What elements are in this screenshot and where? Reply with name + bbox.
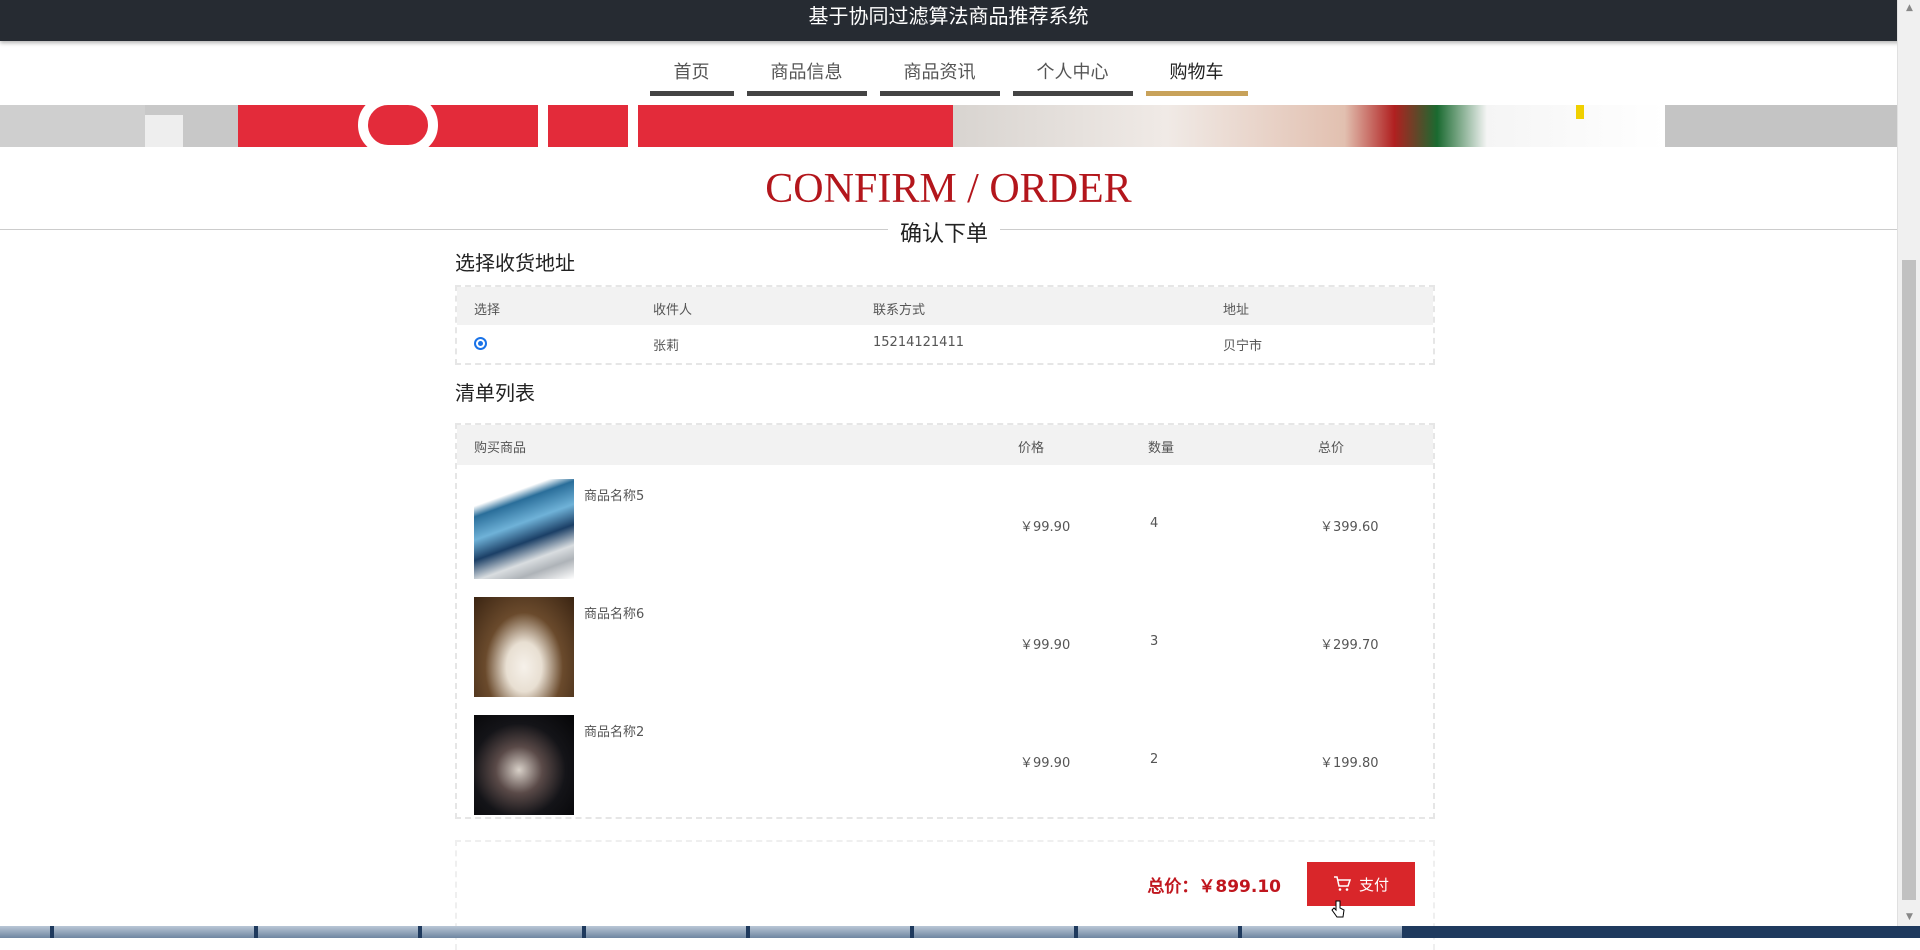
table-row: 商品名称6 ￥99.90 3 ￥299.70 — [457, 597, 1433, 715]
taskbar-item[interactable] — [1242, 926, 1402, 938]
table-row: 商品名称2 ￥99.90 2 ￥199.80 — [457, 715, 1433, 833]
pay-button[interactable]: 支付 — [1307, 862, 1415, 906]
banner-segment-photo — [953, 105, 1665, 147]
product-qty: 2 — [1150, 752, 1159, 767]
product-total: ￥299.70 — [1320, 638, 1379, 653]
main-nav: 首页 商品信息 商品资讯 个人中心 购物车 — [0, 50, 1897, 96]
page-title-en: CONFIRM / ORDER — [765, 166, 1132, 212]
cart-icon — [1333, 876, 1351, 891]
product-price: ￥99.90 — [1020, 756, 1071, 771]
product-price: ￥99.90 — [1020, 520, 1071, 535]
column-header: 地址 — [1223, 303, 1250, 318]
os-taskbar — [0, 926, 1920, 938]
taskbar-item[interactable] — [914, 926, 1074, 938]
product-total: ￥399.60 — [1320, 520, 1379, 535]
page-title-cn: 确认下单 — [888, 216, 1001, 248]
banner-segment-gray-right — [1665, 105, 1897, 147]
address-radio[interactable] — [474, 337, 487, 350]
product-qty: 3 — [1150, 634, 1159, 649]
scroll-down-icon[interactable]: ▼ — [1898, 909, 1920, 926]
product-name[interactable]: 商品名称2 — [584, 721, 644, 740]
taskbar-item[interactable] — [586, 926, 746, 938]
items-section-title: 清单列表 — [455, 381, 535, 405]
laptop-image[interactable] — [474, 479, 574, 579]
product-price: ￥99.90 — [1020, 638, 1071, 653]
site-title: 基于协同过滤算法商品推荐系统 — [808, 4, 1089, 28]
column-header: 收件人 — [653, 303, 693, 318]
nav-item-home[interactable]: 首页 — [649, 50, 734, 96]
banner-segment-gray — [0, 105, 145, 147]
taskbar-item[interactable] — [258, 926, 418, 938]
recipient-phone: 15214121411 — [873, 335, 964, 350]
taskbar-item[interactable] — [750, 926, 910, 938]
start-button[interactable] — [0, 926, 50, 938]
banner-segment-red — [238, 105, 953, 147]
hand-cursor-icon — [1331, 900, 1345, 918]
taskbar-item[interactable] — [54, 926, 254, 938]
address-row[interactable]: 张莉 15214121411 贝宁市 — [457, 325, 1433, 363]
product-name[interactable]: 商品名称6 — [584, 603, 644, 622]
order-total: 总价：￥899.10 — [1147, 877, 1281, 897]
nav-item-news[interactable]: 商品资讯 — [879, 50, 1000, 96]
recipient-name: 张莉 — [653, 339, 680, 354]
address-section-title: 选择收货地址 — [455, 251, 575, 275]
banner-shape — [628, 105, 638, 147]
banner-image — [0, 105, 1897, 147]
nav-item-products[interactable]: 商品信息 — [746, 50, 867, 96]
items-table-body: 商品名称5 ￥99.90 4 ￥399.60 商品名称6 ￥99.90 3 ￥2… — [457, 465, 1433, 833]
address-table-header: 选择 收件人 联系方式 地址 — [457, 287, 1433, 325]
pay-button-label: 支付 — [1358, 876, 1389, 894]
screen-image[interactable] — [474, 715, 574, 815]
banner-shape — [538, 105, 548, 147]
banner-shape — [1576, 105, 1584, 119]
banner-segment-light — [145, 115, 183, 147]
scroll-up-icon[interactable]: ▲ — [1898, 0, 1920, 17]
column-header: 价格 — [1018, 441, 1045, 456]
column-header: 总价 — [1318, 441, 1345, 456]
nav-item-cart[interactable]: 购物车 — [1145, 50, 1248, 96]
dress-image[interactable] — [474, 597, 574, 697]
items-table-header: 购买商品 价格 数量 总价 — [457, 425, 1433, 465]
column-header: 购买商品 — [474, 441, 527, 456]
column-header: 选择 — [474, 303, 501, 318]
top-header: 基于协同过滤算法商品推荐系统 — [0, 0, 1920, 41]
recipient-address: 贝宁市 — [1223, 339, 1263, 354]
banner-shape — [358, 105, 438, 147]
taskbar-item[interactable] — [422, 926, 582, 938]
scrollbar-thumb[interactable] — [1902, 260, 1916, 900]
column-header: 数量 — [1148, 441, 1175, 456]
column-header: 联系方式 — [873, 303, 926, 318]
taskbar-item[interactable] — [1078, 926, 1238, 938]
items-table: 购买商品 价格 数量 总价 商品名称5 ￥99.90 4 ￥399.60 商品名… — [455, 423, 1435, 819]
page-scrollbar[interactable]: ▲ ▼ — [1897, 0, 1920, 926]
product-total: ￥199.80 — [1320, 756, 1379, 771]
table-row: 商品名称5 ￥99.90 4 ￥399.60 — [457, 479, 1433, 597]
address-table: 选择 收件人 联系方式 地址 张莉 15214121411 贝宁市 — [455, 285, 1435, 365]
nav-item-profile[interactable]: 个人中心 — [1012, 50, 1133, 96]
product-qty: 4 — [1150, 516, 1159, 531]
product-name[interactable]: 商品名称5 — [584, 485, 644, 504]
